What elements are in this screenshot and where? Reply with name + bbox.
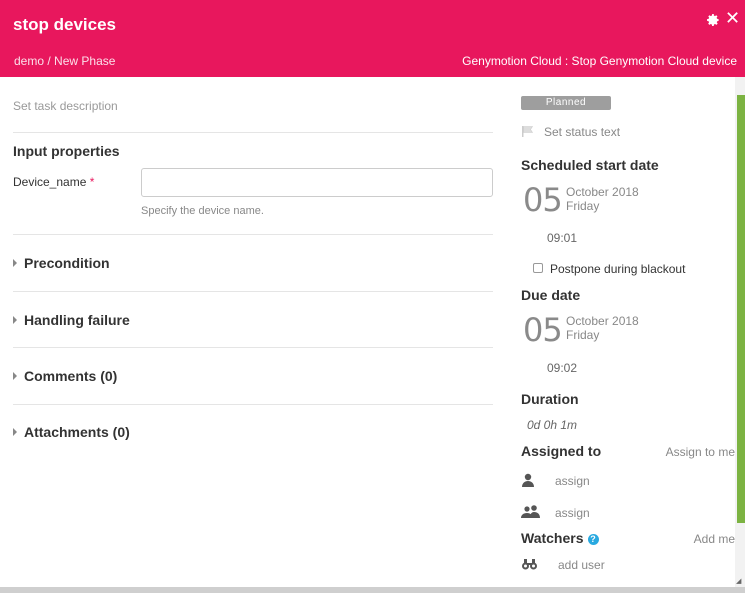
add-user-link[interactable]: add user	[558, 558, 605, 572]
input-properties-title: Input properties	[13, 143, 120, 159]
binoculars-icon	[522, 559, 537, 570]
footer-divider	[0, 587, 745, 593]
postpone-label: Postpone during blackout	[550, 262, 686, 276]
assign-team-link[interactable]: assign	[555, 506, 590, 520]
divider	[13, 291, 493, 292]
resize-handle-icon[interactable]: ◢	[736, 577, 741, 585]
assigned-to-title: Assigned to	[521, 443, 602, 459]
status-text-field[interactable]: Set status text	[544, 125, 620, 139]
caret-right-icon	[13, 428, 17, 436]
divider	[13, 404, 493, 405]
description-field[interactable]: Set task description	[13, 99, 118, 113]
section-attachments[interactable]: Attachments (0)	[13, 424, 130, 440]
device-name-label: Device_name *	[13, 175, 94, 189]
due-weekday: Friday	[566, 328, 600, 342]
divider	[13, 234, 493, 235]
assign-user-link[interactable]: assign	[555, 474, 590, 488]
section-label: Handling failure	[24, 312, 130, 328]
scroll-accent	[737, 95, 745, 523]
breadcrumb-release[interactable]: demo	[14, 54, 44, 68]
section-precondition[interactable]: Precondition	[13, 255, 110, 271]
caret-right-icon	[13, 259, 17, 267]
close-icon[interactable]: ✕	[725, 9, 740, 27]
duration-value[interactable]: 0d 0h 1m	[527, 418, 577, 432]
task-type-label: Genymotion Cloud : Stop Genymotion Cloud…	[462, 54, 737, 68]
caret-right-icon	[13, 316, 17, 324]
scheduled-time[interactable]: 09:01	[547, 231, 577, 245]
section-handling-failure[interactable]: Handling failure	[13, 312, 130, 328]
team-icon	[521, 505, 540, 518]
watchers-title-text: Watchers	[521, 530, 584, 546]
task-title[interactable]: stop devices	[13, 15, 116, 35]
due-month: October 2018	[566, 314, 639, 328]
section-label: Attachments (0)	[24, 424, 130, 440]
duration-title: Duration	[521, 391, 579, 407]
breadcrumb-phase[interactable]: New Phase	[54, 54, 115, 68]
device-name-label-text: Device_name	[13, 175, 87, 189]
breadcrumb: demo / New Phase	[14, 54, 115, 68]
flag-icon	[522, 126, 534, 137]
scheduled-weekday: Friday	[566, 199, 600, 213]
scheduled-start-title: Scheduled start date	[521, 157, 659, 173]
device-name-input[interactable]	[141, 168, 493, 197]
help-icon[interactable]: ?	[587, 534, 599, 545]
due-day[interactable]: 05	[523, 311, 563, 349]
device-name-help: Specify the device name.	[141, 205, 264, 217]
dialog-header: stop devices demo / New Phase Genymotion…	[0, 0, 745, 77]
scheduled-month: October 2018	[566, 185, 639, 199]
divider	[13, 347, 493, 348]
required-mark: *	[89, 175, 95, 189]
assign-to-me-link[interactable]: Assign to me	[666, 445, 735, 459]
postpone-checkbox[interactable]	[533, 263, 543, 273]
status-badge[interactable]: Planned	[521, 96, 611, 110]
scheduled-day[interactable]: 05	[523, 181, 563, 219]
caret-right-icon	[13, 372, 17, 380]
section-label: Comments (0)	[24, 368, 118, 384]
due-date-title: Due date	[521, 287, 581, 303]
watchers-title: Watchers?	[521, 530, 599, 546]
due-time[interactable]: 09:02	[547, 361, 577, 375]
section-label: Precondition	[24, 255, 110, 271]
breadcrumb-separator: /	[44, 54, 55, 68]
gear-icon[interactable]	[706, 13, 720, 27]
scrollbar[interactable]: ◢	[735, 77, 745, 587]
section-comments[interactable]: Comments (0)	[13, 368, 117, 384]
divider	[13, 132, 493, 133]
dialog-body: Set task description Input properties De…	[0, 77, 735, 587]
user-icon	[522, 473, 534, 487]
add-me-link[interactable]: Add me	[694, 532, 735, 546]
